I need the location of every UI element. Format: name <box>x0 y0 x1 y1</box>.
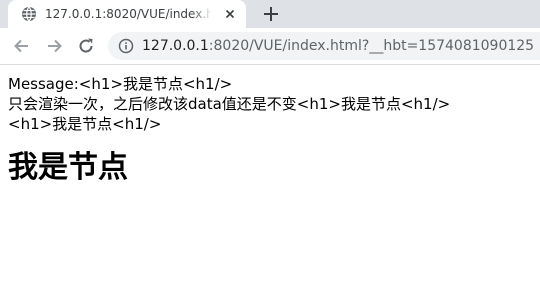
reload-icon[interactable] <box>76 36 96 56</box>
url-host: 127.0.0.1 <box>142 38 209 54</box>
info-icon[interactable] <box>118 38 134 54</box>
url-text: 127.0.0.1:8020/VUE/index.html?__hbt=1574… <box>142 37 534 55</box>
globe-icon <box>21 6 37 22</box>
once-line: 只会渲染一次，之后修改该data值还是不变<h1>我是节点<h1/> <box>8 95 451 113</box>
address-bar[interactable]: 127.0.0.1:8020/VUE/index.html?__hbt=1574… <box>108 32 540 60</box>
browser-tab[interactable]: 127.0.0.1:8020/VUE/index.html?__hbt=1574… <box>8 0 246 28</box>
page-content: Message:<h1>我是节点<h1/> 只会渲染一次，之后修改该data值还… <box>0 65 540 186</box>
page-heading: 我是节点 <box>8 150 128 185</box>
plus-icon[interactable] <box>260 3 282 25</box>
close-icon[interactable] <box>222 6 238 22</box>
tab-title: 127.0.0.1:8020/VUE/index.html?__hbt=1574… <box>45 7 211 21</box>
browser-toolbar: 127.0.0.1:8020/VUE/index.html?__hbt=1574… <box>0 28 540 65</box>
raw-html-line: <h1>我是节点<h1/> <box>8 115 162 133</box>
message-line: Message:<h1>我是节点<h1/> <box>8 75 233 93</box>
arrow-left-icon[interactable] <box>12 36 32 56</box>
tab-title-fade <box>191 3 213 25</box>
arrow-right-icon[interactable] <box>44 36 64 56</box>
url-path: :8020/VUE/index.html?__hbt=1574081090125 <box>208 38 535 54</box>
tab-strip: 127.0.0.1:8020/VUE/index.html?__hbt=1574… <box>0 0 540 28</box>
